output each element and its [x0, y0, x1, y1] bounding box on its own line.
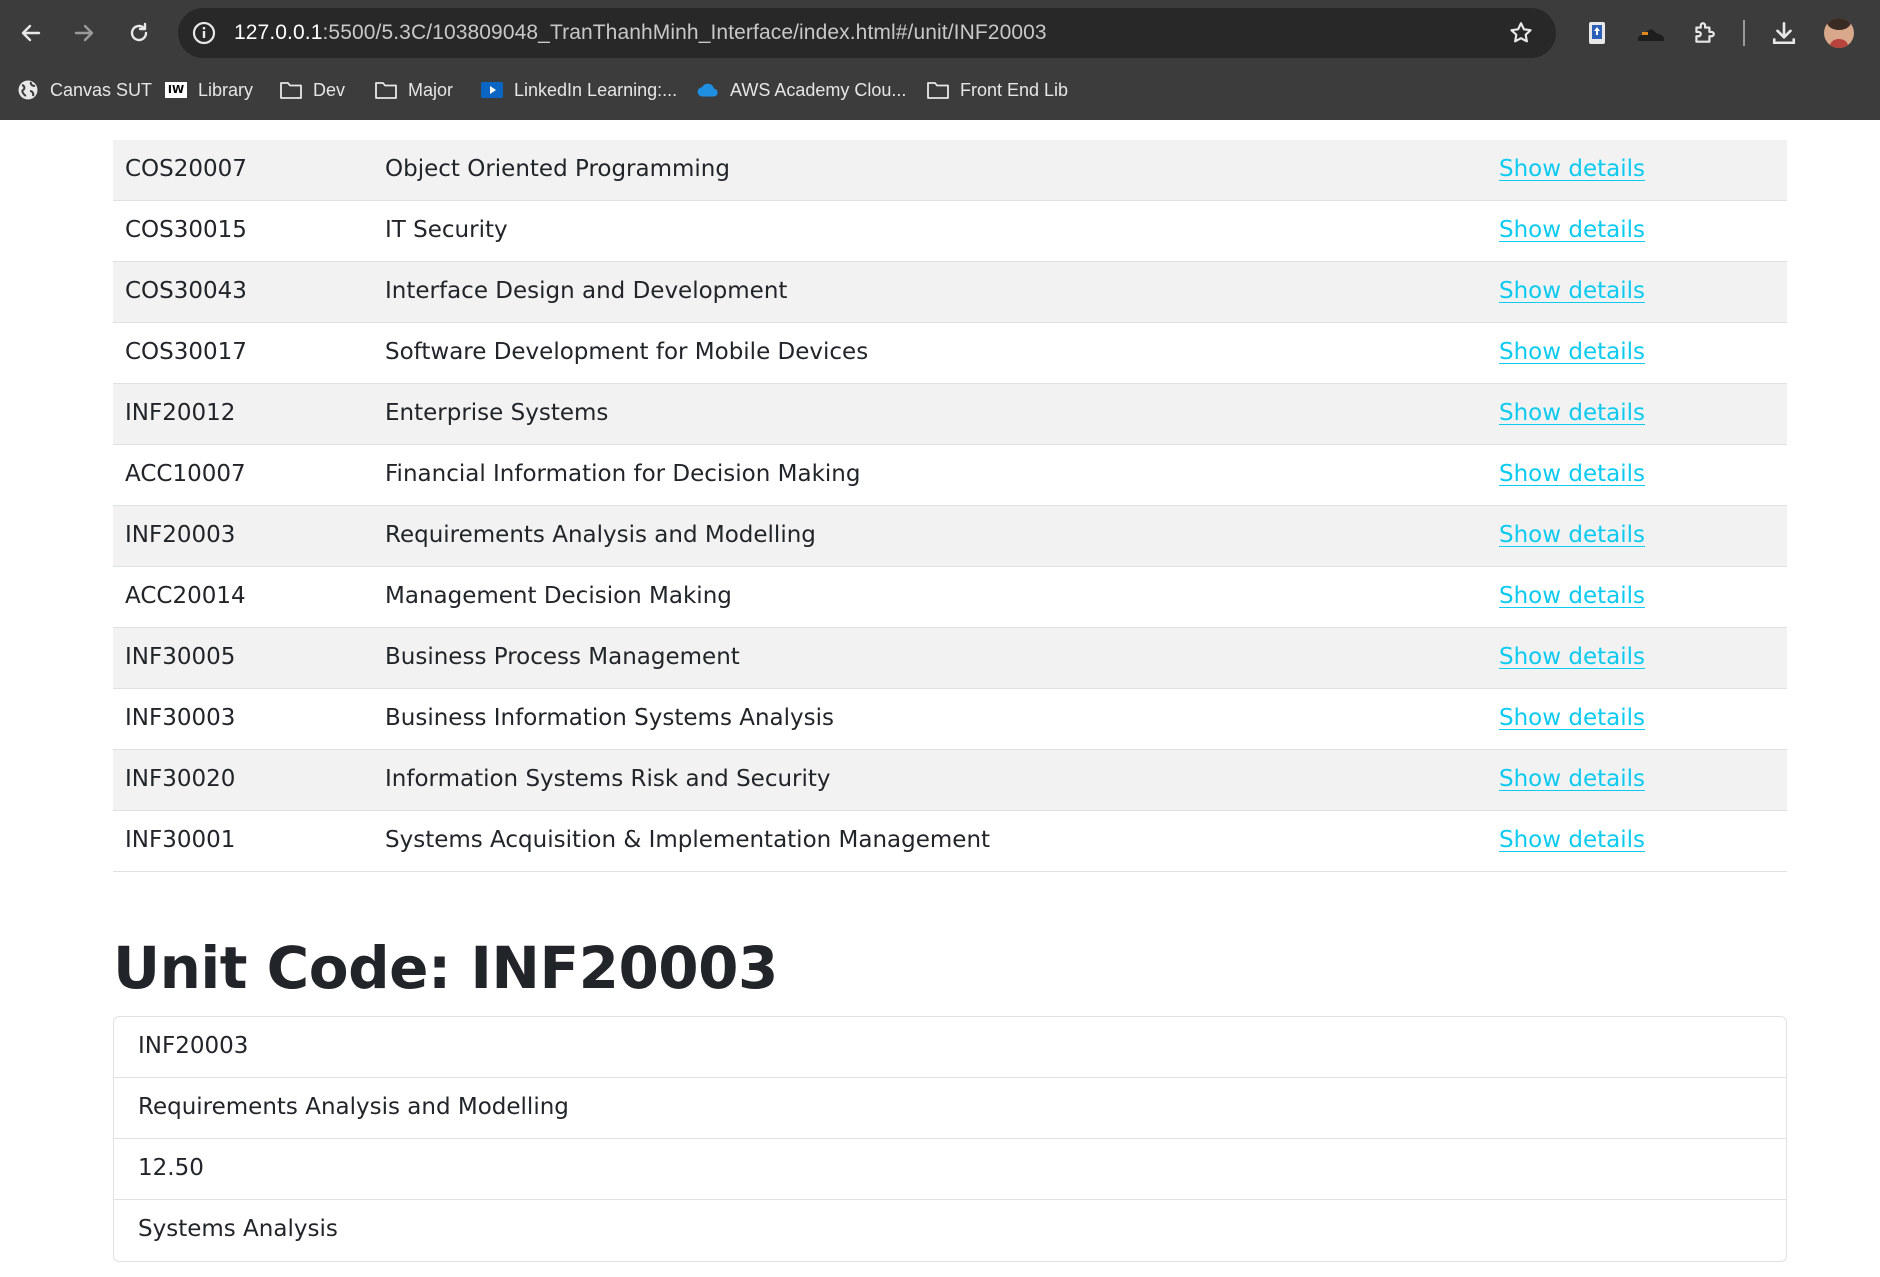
unit-detail-type: Systems Analysis — [138, 1216, 338, 1242]
back-arrow-icon — [21, 24, 41, 42]
show-details-link[interactable]: Show details — [1499, 705, 1645, 731]
unit-name-cell: IT Security — [385, 217, 508, 243]
unit-name-cell: Management Decision Making — [385, 583, 732, 609]
extension-shoe-icon[interactable] — [1634, 16, 1668, 50]
unit-name-cell: Financial Information for Decision Makin… — [385, 461, 861, 487]
unit-code-cell: COS30015 — [125, 217, 247, 243]
unit-name-cell: Enterprise Systems — [385, 400, 609, 426]
unit-name-cell: Software Development for Mobile Devices — [385, 339, 869, 365]
download-icon[interactable] — [1767, 16, 1801, 50]
url-path: :5500/5.3C/103809048_TranThanhMinh_Inter… — [322, 21, 1047, 44]
show-details-link[interactable]: Show details — [1499, 339, 1645, 365]
table-row: COS30017 Software Development for Mobile… — [113, 323, 1787, 384]
table-row: ACC20014 Management Decision Making Show… — [113, 567, 1787, 628]
globe-icon — [16, 79, 40, 101]
table-row: INF30001 Systems Acquisition & Implement… — [113, 811, 1787, 872]
extension-upload-icon[interactable] — [1580, 16, 1614, 50]
bookmark-label: AWS Academy Clou... — [730, 79, 907, 100]
table-row: INF30020 Information Systems Risk and Se… — [113, 750, 1787, 811]
show-details-link[interactable]: Show details — [1499, 278, 1645, 304]
unit-detail-code: INF20003 — [114, 1017, 1786, 1078]
unit-code-cell: INF30005 — [125, 644, 236, 670]
folder-icon — [374, 79, 398, 101]
bookmarks-bar: Canvas SUT IW Library Dev Major LinkedIn… — [0, 70, 1880, 110]
unit-detail-description: Requirements Analysis and Modelling — [114, 1078, 1786, 1139]
unit-code-cell: INF30001 — [125, 827, 236, 853]
table-row: INF30005 Business Process Management Sho… — [113, 628, 1787, 689]
unit-name-cell: Requirements Analysis and Modelling — [385, 522, 816, 548]
bookmark-label: Library — [198, 79, 254, 100]
unit-code-cell: COS20007 — [125, 156, 247, 182]
table-row: ACC10007 Financial Information for Decis… — [113, 445, 1787, 506]
table-row: COS20007 Object Oriented Programming Sho… — [113, 140, 1787, 201]
toolbar-separator — [1743, 20, 1745, 46]
table-row: INF20003 Requirements Analysis and Model… — [113, 506, 1787, 567]
unit-detail-credit-points: 12.50 — [114, 1139, 1786, 1200]
unit-code-cell: ACC20014 — [125, 583, 246, 609]
linkedin-learning-icon — [480, 79, 504, 101]
bookmark-canvas-sut[interactable]: Canvas SUT — [16, 76, 152, 104]
browser-chrome: 127.0.0.1:5500/5.3C/103809048_TranThanhM… — [0, 0, 1880, 120]
unit-detail-list: INF20003 Requirements Analysis and Model… — [113, 1016, 1787, 1262]
forward-arrow-icon — [74, 24, 94, 42]
cloud-icon — [696, 79, 720, 101]
unit-name-cell: Systems Acquisition & Implementation Man… — [385, 827, 991, 853]
table-row: INF30003 Business Information Systems An… — [113, 689, 1787, 750]
show-details-link[interactable]: Show details — [1499, 644, 1645, 670]
site-info-icon[interactable] — [190, 19, 218, 47]
bookmark-linkedin-learning[interactable]: LinkedIn Learning:... — [480, 76, 677, 104]
unit-code-cell: COS30043 — [125, 278, 247, 304]
bookmark-library[interactable]: IW Library — [164, 76, 253, 104]
url-text[interactable]: 127.0.0.1:5500/5.3C/103809048_TranThanhM… — [234, 21, 1047, 45]
unit-code-cell: INF20012 — [125, 400, 236, 426]
browser-toolbar: 127.0.0.1:5500/5.3C/103809048_TranThanhM… — [0, 0, 1880, 66]
url-host: 127.0.0.1 — [234, 21, 323, 44]
bookmark-label: Dev — [313, 79, 346, 100]
units-table: Show details COS20007 Object Oriented Pr… — [113, 120, 1787, 872]
unit-name-cell: Object Oriented Programming — [385, 156, 730, 182]
show-details-link[interactable]: Show details — [1499, 827, 1645, 853]
iw-icon: IW — [164, 79, 188, 101]
show-details-link[interactable]: Show details — [1499, 766, 1645, 792]
unit-name-cell: Business Process Management — [385, 644, 740, 670]
bookmark-front-end-lib[interactable]: Front End Lib — [926, 76, 1068, 104]
bookmark-major[interactable]: Major — [374, 76, 453, 104]
unit-code-cell: INF30020 — [125, 766, 236, 792]
back-button[interactable] — [11, 12, 51, 54]
extensions-puzzle-icon[interactable] — [1687, 16, 1721, 50]
show-details-link[interactable]: Show details — [1499, 522, 1645, 548]
table-row: INF20012 Enterprise Systems Show details — [113, 384, 1787, 445]
unit-code-cell: ACC10007 — [125, 461, 246, 487]
unit-detail-heading: Unit Code: INF20003 — [113, 934, 778, 1002]
reload-icon — [130, 22, 148, 42]
unit-name-cell: Interface Design and Development — [385, 278, 788, 304]
profile-avatar[interactable] — [1824, 18, 1854, 48]
forward-button[interactable] — [64, 12, 104, 54]
bookmark-label: Major — [408, 79, 454, 100]
folder-icon — [279, 79, 303, 101]
show-details-link[interactable]: Show details — [1499, 217, 1645, 243]
address-bar[interactable]: 127.0.0.1:5500/5.3C/103809048_TranThanhM… — [178, 8, 1556, 58]
bookmark-label: Front End Lib — [960, 79, 1069, 100]
bookmark-aws-academy[interactable]: AWS Academy Clou... — [696, 76, 906, 104]
show-details-link[interactable]: Show details — [1499, 156, 1645, 182]
unit-code-cell: COS30017 — [125, 339, 247, 365]
table-row: COS30015 IT Security Show details — [113, 201, 1787, 262]
show-details-link[interactable]: Show details — [1499, 461, 1645, 487]
unit-code-cell: INF20003 — [125, 522, 236, 548]
unit-name-cell: Information Systems Risk and Security — [385, 766, 831, 792]
bookmark-star-icon[interactable] — [1508, 20, 1534, 46]
unit-name-cell: Business Information Systems Analysis — [385, 705, 835, 731]
reload-button[interactable] — [119, 12, 159, 54]
folder-icon — [926, 79, 950, 101]
bookmark-label: LinkedIn Learning:... — [514, 79, 678, 100]
table-row: COS30043 Interface Design and Developmen… — [113, 262, 1787, 323]
show-details-link[interactable]: Show details — [1499, 583, 1645, 609]
unit-code-cell: INF30003 — [125, 705, 236, 731]
show-details-link[interactable]: Show details — [1499, 400, 1645, 426]
bookmark-label: Canvas SUT — [50, 79, 153, 100]
bookmark-dev[interactable]: Dev — [279, 76, 345, 104]
